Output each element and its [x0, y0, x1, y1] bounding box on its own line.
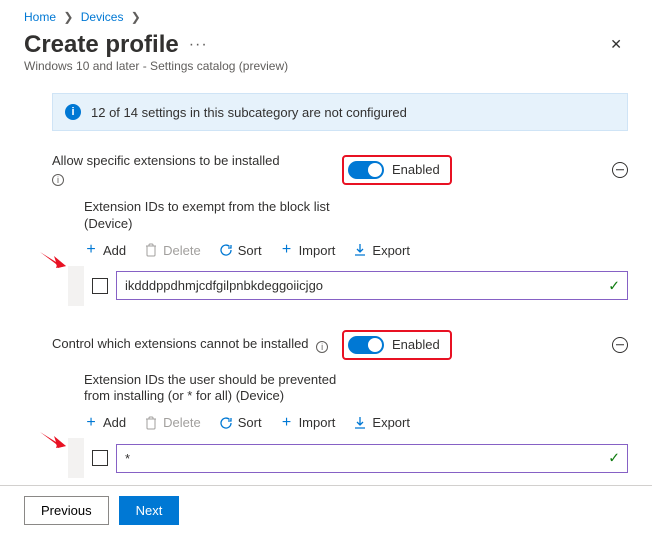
page-subtitle: Windows 10 and later - Settings catalog …	[0, 59, 652, 81]
row-checkbox[interactable]	[92, 450, 108, 466]
next-button[interactable]: Next	[119, 496, 180, 525]
sort-button[interactable]: Sort	[219, 243, 262, 258]
exempt-ids-label: Extension IDs to exempt from the block l…	[52, 189, 352, 239]
add-button[interactable]: +Add	[84, 415, 126, 430]
breadcrumb: Home ❯ Devices ❯	[0, 0, 652, 26]
close-icon[interactable]: ✕	[604, 30, 628, 59]
setting-control-extensions-label: Control which extensions cannot be insta…	[52, 336, 309, 351]
checkmark-icon: ✓	[608, 277, 620, 294]
info-circle-icon[interactable]: i	[316, 341, 328, 353]
plus-icon: +	[280, 416, 294, 430]
download-icon	[353, 416, 367, 430]
remove-setting-icon[interactable]	[612, 337, 628, 353]
page-title: Create profile	[24, 31, 179, 59]
sort-button[interactable]: Sort	[219, 415, 262, 430]
more-icon[interactable]: ···	[189, 36, 208, 54]
prevent-ids-label: Extension IDs the user should be prevent…	[52, 362, 352, 412]
trash-icon	[144, 243, 158, 257]
toggle-label: Enabled	[392, 337, 440, 352]
breadcrumb-home[interactable]: Home	[24, 10, 56, 24]
delete-button: Delete	[144, 415, 201, 430]
refresh-icon	[219, 243, 233, 257]
toggle-label: Enabled	[392, 162, 440, 177]
remove-setting-icon[interactable]	[612, 162, 628, 178]
annotation-arrow-icon	[36, 248, 68, 270]
chevron-right-icon: ❯	[59, 10, 77, 24]
highlight-box: Enabled	[342, 155, 452, 185]
delete-button: Delete	[144, 243, 201, 258]
info-banner-text: 12 of 14 settings in this subcategory ar…	[91, 105, 407, 120]
extension-id-input-2[interactable]	[116, 444, 628, 473]
add-button[interactable]: +Add	[84, 243, 126, 258]
extension-id-input[interactable]	[116, 271, 628, 300]
highlight-box: Enabled	[342, 330, 452, 360]
setting-allow-extensions-label: Allow specific extensions to be installe…	[52, 153, 280, 168]
trash-icon	[144, 416, 158, 430]
download-icon	[353, 243, 367, 257]
previous-button[interactable]: Previous	[24, 496, 109, 525]
plus-icon: +	[84, 416, 98, 430]
refresh-icon	[219, 416, 233, 430]
info-circle-icon[interactable]: i	[52, 174, 64, 186]
info-banner: i 12 of 14 settings in this subcategory …	[52, 93, 628, 131]
annotation-arrow-icon	[36, 428, 68, 450]
checkmark-icon: ✓	[608, 450, 620, 467]
import-button[interactable]: +Import	[280, 243, 336, 258]
plus-icon: +	[84, 243, 98, 257]
control-extensions-toggle[interactable]	[348, 336, 384, 354]
info-icon: i	[65, 104, 81, 120]
row-checkbox[interactable]	[92, 278, 108, 294]
breadcrumb-devices[interactable]: Devices	[81, 10, 124, 24]
allow-extensions-toggle[interactable]	[348, 161, 384, 179]
export-button[interactable]: Export	[353, 243, 410, 258]
chevron-right-icon: ❯	[127, 10, 145, 24]
import-button[interactable]: +Import	[280, 415, 336, 430]
plus-icon: +	[280, 243, 294, 257]
export-button[interactable]: Export	[353, 415, 410, 430]
